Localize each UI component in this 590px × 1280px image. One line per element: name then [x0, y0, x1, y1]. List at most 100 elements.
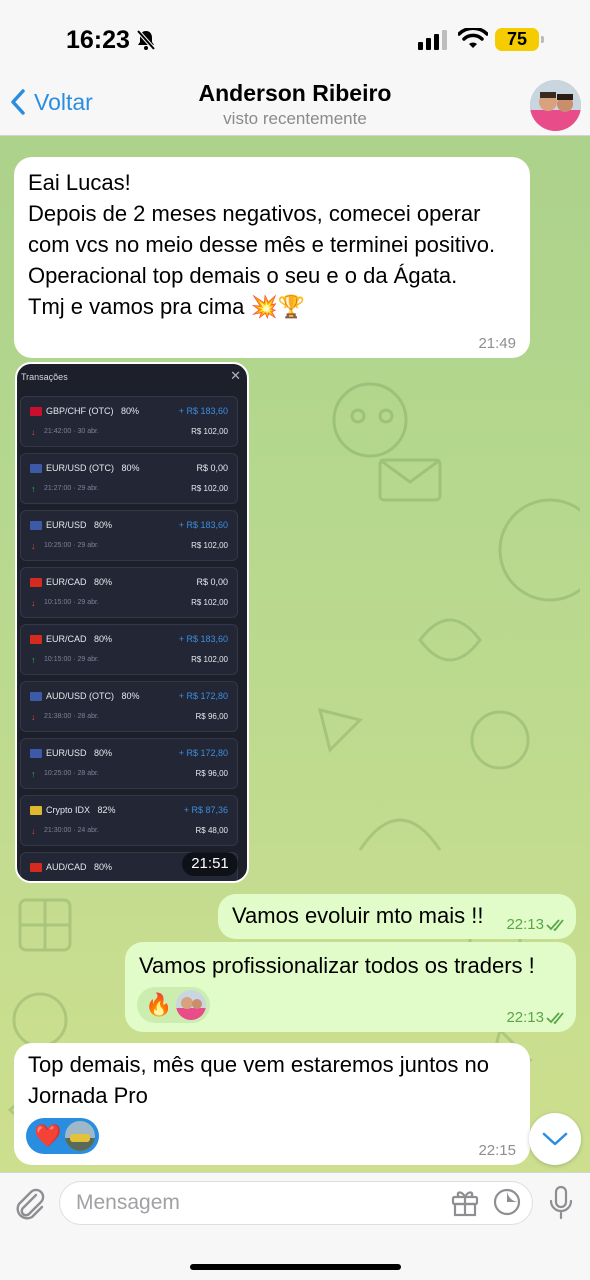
message-text: Top demais, mês que vem estaremos juntos…	[28, 1052, 490, 1108]
message-text: Vamos evoluir mto mais !!	[232, 903, 484, 928]
transaction-pair: Crypto IDX 82%	[46, 805, 116, 815]
arrow-down-icon: ↓	[31, 541, 36, 551]
transaction-pair: EUR/USD 80%	[46, 520, 113, 530]
image-time: 21:51	[182, 852, 238, 876]
contact-avatar[interactable]	[530, 80, 581, 131]
reaction-badge[interactable]: 🔥	[137, 987, 211, 1023]
status-time: 16:23	[66, 26, 130, 54]
currency-flag-icon	[30, 692, 42, 701]
arrow-up-icon: ↑	[31, 769, 36, 779]
transaction-row: EUR/USD 80% + R$ 183,60 ↓ 10:25:00 · 29 abr…	[20, 510, 238, 561]
chat-title[interactable]: Anderson Ribeiro	[0, 80, 590, 107]
avatar-photo	[65, 1121, 96, 1151]
transaction-amount: + R$ 172,80	[178, 748, 228, 758]
currency-flag-icon	[30, 464, 42, 473]
time-label: 21:49	[478, 335, 516, 352]
message-input[interactable]	[76, 1182, 436, 1224]
scroll-down-button[interactable]	[529, 1113, 581, 1165]
time-label: 22:13	[506, 1009, 544, 1026]
transaction-amount: + R$ 87,36	[183, 805, 228, 815]
arrow-down-icon: ↓	[31, 427, 36, 437]
transaction-stake: R$ 102,00	[191, 655, 228, 664]
message-time: 22:15	[478, 1142, 516, 1159]
transaction-date: 10:25:00 · 29 abr.	[44, 542, 99, 549]
transaction-pair: EUR/CAD 80%	[46, 577, 113, 587]
sticker-icon[interactable]	[492, 1187, 522, 1217]
transaction-stake: R$ 96,00	[195, 769, 228, 778]
arrow-up-icon: ↑	[31, 655, 36, 665]
transaction-stake: R$ 48,00	[195, 826, 228, 835]
double-check-icon	[546, 918, 564, 931]
message-image-transactions[interactable]: Transações ✕ GBP/CHF (OTC) 80% + R$ 183,6…	[15, 362, 249, 883]
transaction-amount: R$ 0,00	[196, 463, 228, 473]
transaction-stake: R$ 96,00	[195, 712, 228, 721]
home-indicator	[190, 1264, 401, 1270]
gift-icon[interactable]	[450, 1187, 480, 1217]
message-text: Eai Lucas! Depois de 2 meses negativos, …	[28, 170, 496, 319]
transaction-stake: R$ 102,00	[191, 598, 228, 607]
message-input-bar	[0, 1172, 590, 1280]
avatar-photo	[176, 990, 207, 1020]
microphone-button[interactable]	[548, 1185, 574, 1221]
currency-flag-icon	[30, 521, 42, 530]
attach-button[interactable]	[14, 1187, 46, 1221]
heart-emoji: ❤️	[34, 1123, 62, 1148]
close-icon: ✕	[230, 368, 241, 383]
time-label: 22:13	[506, 916, 544, 933]
avatar-photo	[530, 80, 581, 131]
transaction-row: Crypto IDX 82% + R$ 87,36 ↓ 21:30:00 · 24 a…	[20, 795, 238, 846]
transaction-pair: EUR/USD (OTC) 80%	[46, 463, 140, 473]
currency-flag-icon	[30, 806, 42, 815]
time-label: 22:15	[478, 1142, 516, 1159]
transaction-date: 10:15:00 · 29 abr.	[44, 656, 99, 663]
currency-flag-icon	[30, 863, 42, 872]
transaction-date: 21:30:00 · 24 abr.	[44, 827, 99, 834]
double-check-icon	[546, 1011, 564, 1024]
transaction-amount: + R$ 172,80	[178, 691, 228, 701]
arrow-down-icon: ↓	[31, 826, 36, 836]
message-bubble-outgoing[interactable]: Vamos evoluir mto mais !! 22:13	[218, 894, 576, 939]
transaction-pair: AUD/USD (OTC) 80%	[46, 691, 140, 701]
fire-emoji: 🔥	[145, 992, 173, 1017]
transaction-date: 21:27:00 · 29 abr.	[44, 485, 99, 492]
transaction-date: 21:42:00 · 30 abr.	[44, 428, 99, 435]
transaction-pair: EUR/USD 80%	[46, 748, 113, 758]
reaction-avatar	[176, 990, 207, 1020]
arrow-down-icon: ↓	[31, 598, 36, 608]
arrow-up-icon: ↑	[31, 484, 36, 494]
transaction-amount: + R$ 183,60	[178, 406, 228, 416]
message-time: 22:13	[506, 1009, 566, 1026]
bell-muted-icon	[136, 29, 156, 51]
message-bubble-incoming[interactable]: Eai Lucas! Depois de 2 meses negativos, …	[14, 157, 530, 358]
wifi-icon	[458, 28, 488, 48]
transaction-amount: R$ 0,00	[196, 577, 228, 587]
transaction-row: EUR/USD 80% + R$ 172,80 ↑ 10:25:00 · 28 abr…	[20, 738, 238, 789]
transaction-stake: R$ 102,00	[191, 541, 228, 550]
transaction-date: 21:38:00 · 28 abr.	[44, 713, 99, 720]
transaction-amount: + R$ 183,60	[178, 520, 228, 530]
message-time: 21:49	[478, 335, 516, 352]
message-bubble-incoming[interactable]: Top demais, mês que vem estaremos juntos…	[14, 1043, 530, 1165]
transaction-row: GBP/CHF (OTC) 80% + R$ 183,60 ↓ 21:42:00 · …	[20, 396, 238, 447]
transaction-row: EUR/CAD 80% R$ 0,00 ↓ 10:15:00 · 29 abr. R$ …	[20, 567, 238, 618]
transaction-amount: + R$ 183,60	[178, 634, 228, 644]
transaction-pair: EUR/CAD 80%	[46, 634, 113, 644]
transactions-title: Transações	[21, 372, 68, 382]
transaction-date: 10:25:00 · 28 abr.	[44, 770, 99, 777]
message-bubble-outgoing[interactable]: Vamos profissionalizar todos os traders …	[125, 942, 576, 1032]
transaction-stake: R$ 102,00	[191, 427, 228, 436]
reaction-badge[interactable]: ❤️	[26, 1118, 100, 1154]
transaction-row: AUD/USD (OTC) 80% + R$ 172,80 ↓ 21:38:00 · …	[20, 681, 238, 732]
message-time: 22:13	[506, 916, 566, 933]
transaction-date: 10:15:00 · 29 abr.	[44, 599, 99, 606]
arrow-down-icon: ↓	[31, 712, 36, 722]
message-text: Vamos profissionalizar todos os traders …	[139, 953, 535, 978]
chevron-down-icon	[542, 1132, 568, 1146]
currency-flag-icon	[30, 749, 42, 758]
transaction-pair: AUD/CAD 80%	[46, 862, 113, 872]
currency-flag-icon	[30, 635, 42, 644]
reaction-avatar	[65, 1121, 96, 1151]
battery-level: 75	[506, 29, 528, 49]
transaction-stake: R$ 102,00	[191, 484, 228, 493]
transaction-row: EUR/USD (OTC) 80% R$ 0,00 ↑ 21:27:00 · 29 a…	[20, 453, 238, 504]
